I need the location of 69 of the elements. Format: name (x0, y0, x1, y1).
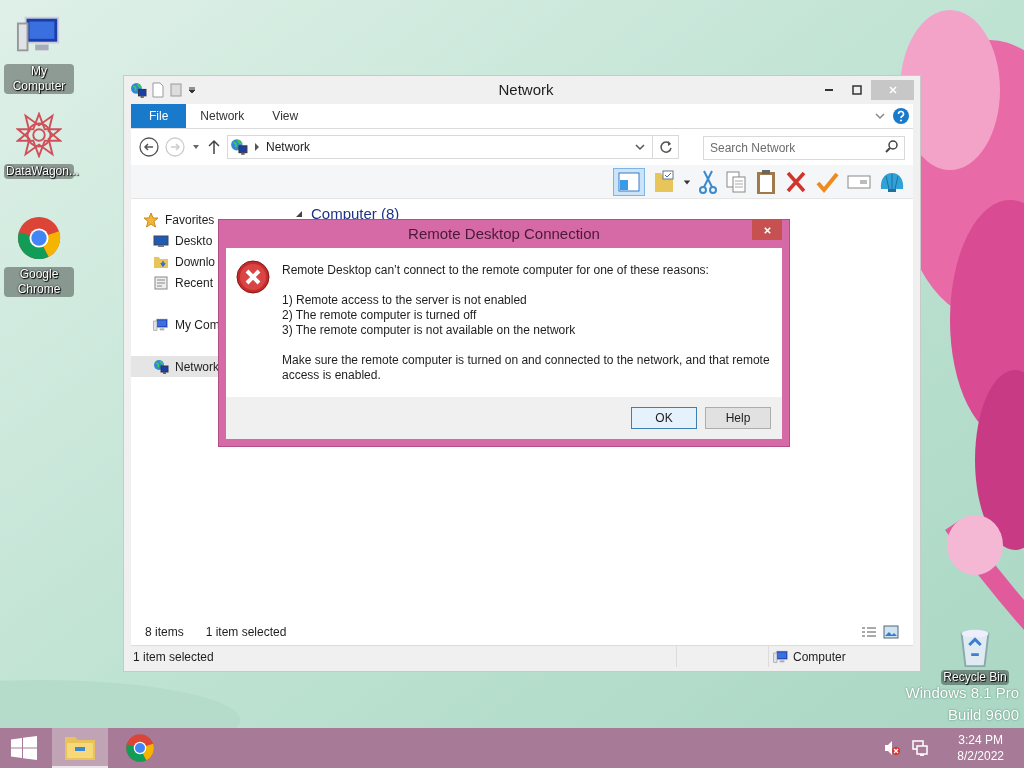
watermark-text: Windows 8.1 Pro (905, 684, 1019, 702)
chrome-icon (125, 733, 155, 763)
window-title: Network (497, 79, 555, 100)
watermark-text: Build 9600 (948, 706, 1019, 724)
status-text: 1 item selected (132, 648, 215, 666)
status-zone-text: Computer (793, 648, 846, 666)
error-icon (236, 260, 270, 294)
copy-icon[interactable] (725, 169, 747, 194)
close-icon (762, 225, 772, 235)
network-status-icon[interactable] (911, 739, 930, 757)
dialog-button[interactable]: OK (631, 407, 697, 429)
nav-label: Favorites (165, 211, 215, 229)
ribbon-tab[interactable]: View (258, 104, 313, 128)
icon-label: Recycle Bin (941, 670, 1009, 685)
nav-label: Deskto (175, 232, 213, 250)
nav-label: Downlo (175, 253, 216, 271)
delete-icon[interactable] (785, 169, 807, 194)
help-icon[interactable] (893, 108, 909, 124)
dialog-button[interactable]: Help (705, 407, 771, 429)
nav-label: Recent (175, 274, 214, 292)
details-view-icon[interactable] (861, 626, 877, 638)
windows-logo-icon (10, 736, 38, 760)
clock[interactable]: 3:24 PM 8/2/2022 (957, 732, 1004, 764)
search-field[interactable]: Search Network (703, 136, 905, 160)
dialog-message: Remote Desktop can’t connect to the remote computer for one of these reasons: (282, 263, 710, 278)
refresh-icon (658, 140, 673, 154)
document-icon[interactable] (151, 82, 165, 98)
ribbon-tab[interactable]: Network (186, 104, 259, 128)
selection-count: 1 item selected (205, 624, 287, 641)
back-icon[interactable] (139, 137, 159, 157)
chevron-down-icon[interactable] (875, 111, 885, 121)
dialog-title: Remote Desktop Connection (408, 223, 600, 244)
breadcrumb-item[interactable]: Network (266, 138, 310, 156)
dropdown-icon[interactable] (187, 85, 197, 95)
dialog-note: Make sure the remote computer is turned on and connected to the network, and that remote access is enabled. (282, 353, 771, 383)
network-icon (130, 81, 147, 99)
chevron-right-icon (254, 143, 260, 151)
item-count: 8 items (145, 624, 184, 641)
icon-label: My Computer (4, 64, 74, 94)
search-icon[interactable] (885, 140, 898, 153)
chrome-icon (16, 215, 62, 261)
close-button[interactable] (752, 220, 782, 240)
monitor-icon (153, 232, 169, 249)
large-icons-view-icon[interactable] (883, 625, 899, 639)
close-icon (887, 85, 898, 95)
folder-check-icon[interactable] (653, 168, 675, 195)
computer-icon (153, 316, 169, 333)
reason-text: 1) Remote access to the server is not enabled (282, 293, 528, 308)
clipboard-icon[interactable] (755, 168, 777, 195)
reason-text: 3) The remote computer is not available on the network (282, 323, 577, 338)
address-bar[interactable]: Network (227, 135, 679, 159)
icon-label: Google Chrome (4, 267, 74, 297)
star-drawing (16, 112, 62, 158)
minimize-icon (825, 89, 833, 91)
up-arrow-icon[interactable] (207, 139, 221, 155)
nav-label: Network (175, 358, 219, 376)
taskbar-app-button[interactable] (52, 728, 108, 768)
cut-icon[interactable] (699, 168, 717, 195)
muted-speaker-icon[interactable] (883, 740, 902, 756)
network-icon (230, 138, 248, 156)
preview-pane-button[interactable] (613, 167, 645, 196)
dropdown-icon[interactable] (683, 177, 691, 186)
star-icon (143, 211, 159, 228)
recent-places-icon (153, 274, 169, 291)
reason-text: 2) The remote computer is turned off (282, 308, 478, 323)
ribbon-tab[interactable]: File (131, 104, 187, 128)
network-icon (153, 358, 169, 375)
pane-layout-icon (618, 171, 640, 192)
maximize-icon (852, 85, 862, 95)
